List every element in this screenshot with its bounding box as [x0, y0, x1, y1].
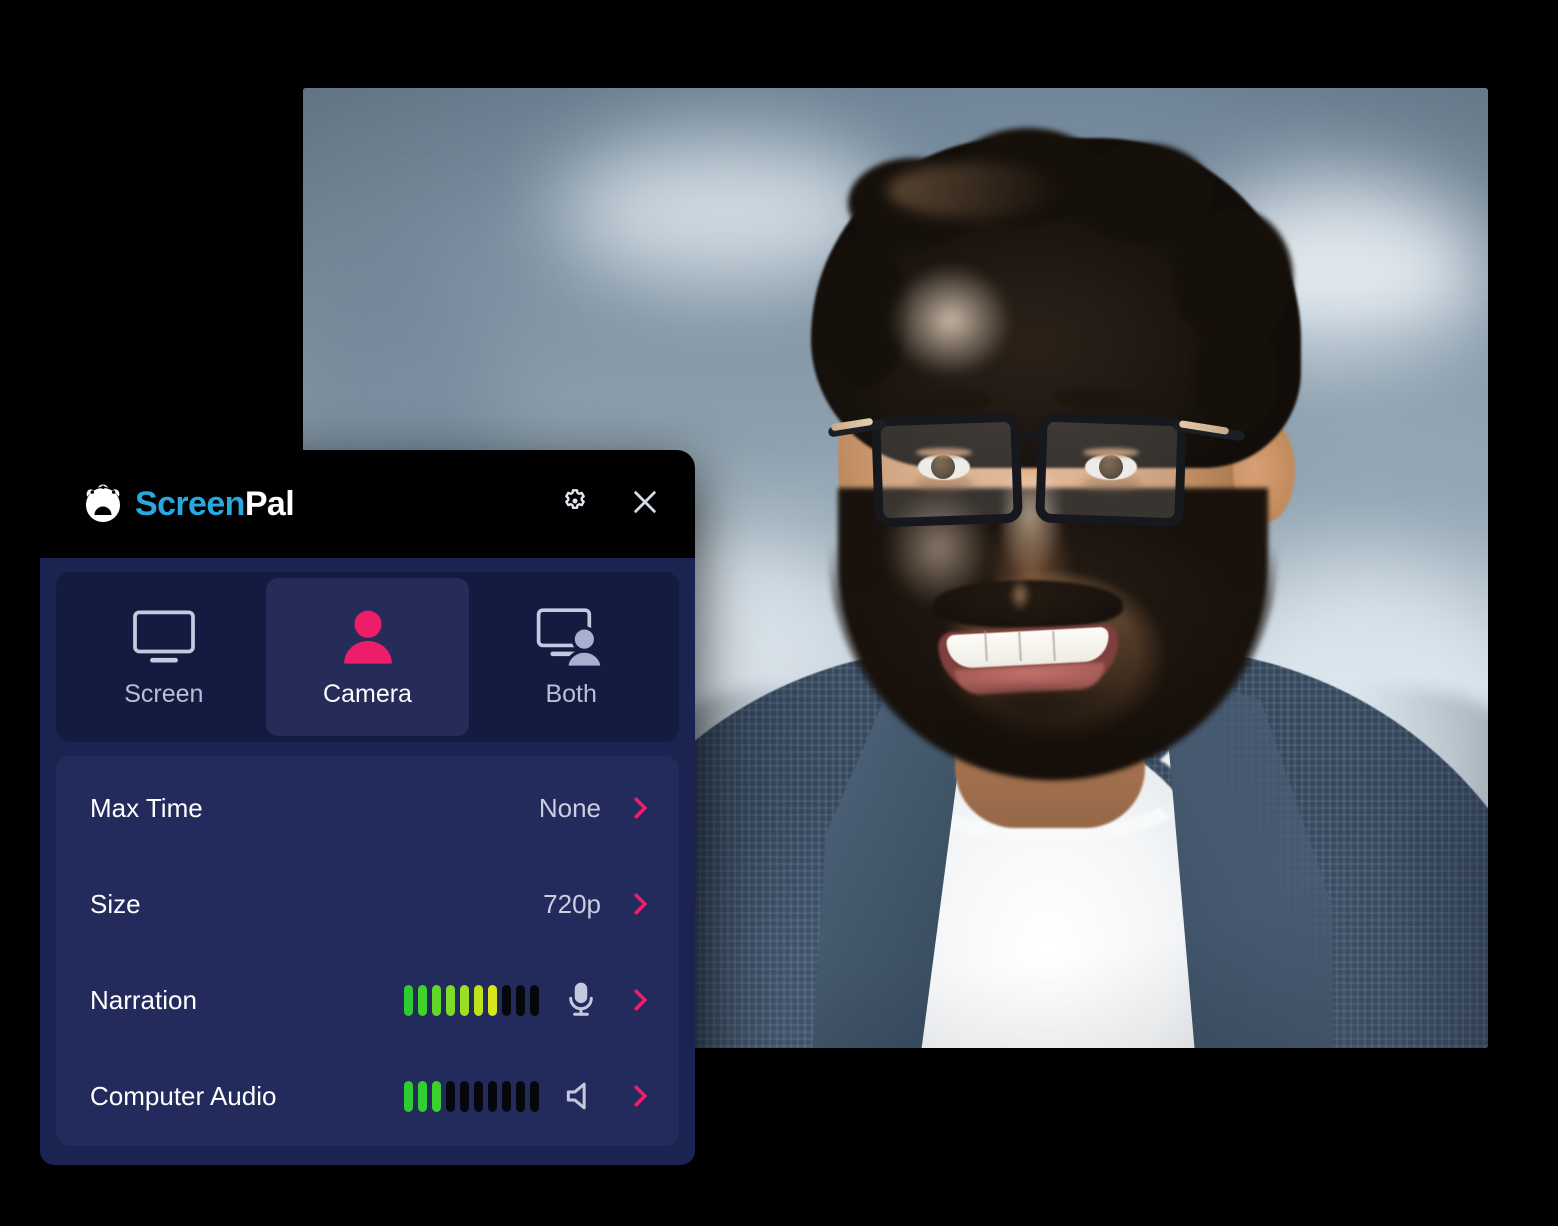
setting-label-max-time: Max Time [90, 792, 203, 823]
computer-audio-level-meter [404, 1080, 539, 1112]
meter-bar-lit [418, 984, 427, 1016]
titlebar-actions [553, 480, 667, 524]
chin-shadow [933, 688, 1133, 748]
forehead-highlight [888, 263, 1013, 378]
meter-bar-empty [488, 1080, 497, 1112]
meter-bar-lit [460, 984, 469, 1016]
screenpal-recorder-panel: ScreenPal Screen Camera Both Max Time No… [40, 450, 695, 1165]
brand-pal: Pal [244, 485, 295, 523]
tab-camera[interactable]: Camera [265, 578, 470, 736]
eyeglasses-lens-left [871, 412, 1023, 528]
tab-both-label: Both [545, 679, 597, 708]
tab-screen-label: Screen [124, 679, 204, 708]
hair-curl [1193, 318, 1278, 438]
meter-bar-lit [432, 984, 441, 1016]
chevron-right-icon[interactable] [627, 891, 653, 917]
meter-bar-empty [530, 1080, 539, 1112]
microphone-icon[interactable] [561, 980, 601, 1020]
hair-highlight [888, 163, 1058, 218]
meter-bar-empty [516, 984, 525, 1016]
monitor-icon [129, 606, 199, 668]
person-subject [538, 88, 1488, 1048]
meter-bar-empty [474, 1080, 483, 1112]
setting-row-narration[interactable]: Narration [56, 952, 679, 1048]
chevron-right-icon[interactable] [627, 795, 653, 821]
setting-label-size: Size [90, 888, 141, 919]
setting-row-computer-audio[interactable]: Computer Audio [56, 1048, 679, 1144]
blazer-shadow [1313, 688, 1488, 1048]
monitor-person-icon [533, 606, 609, 668]
meter-bar-empty [460, 1080, 469, 1112]
screenpal-wordmark: ScreenPal [135, 485, 295, 523]
philtrum [1009, 578, 1031, 612]
tab-both[interactable]: Both [469, 578, 673, 736]
eyeglasses-bridge [1019, 431, 1041, 440]
eyeglasses-lens-right [1035, 412, 1187, 528]
meter-bar-lit [432, 1080, 441, 1112]
meter-bar-lit [474, 984, 483, 1016]
screenpal-logo-icon [82, 483, 124, 525]
setting-value-max-time: None [538, 792, 601, 823]
chevron-right-icon[interactable] [627, 987, 653, 1013]
close-icon[interactable] [623, 480, 667, 524]
meter-bar-empty [502, 984, 511, 1016]
meter-bar-empty [516, 1080, 525, 1112]
screenpal-logo: ScreenPal [82, 483, 295, 525]
brand-screen: Screen [135, 485, 245, 523]
meter-bar-lit [446, 984, 455, 1016]
meter-bar-empty [530, 984, 539, 1016]
meter-bar-empty [502, 1080, 511, 1112]
recorder-body: Screen Camera Both Max Time None Size 72… [40, 558, 695, 1165]
meter-bar-lit [488, 984, 497, 1016]
narration-level-meter [404, 984, 539, 1016]
setting-label-computer-audio: Computer Audio [90, 1080, 277, 1111]
setting-label-narration: Narration [90, 984, 197, 1015]
meter-bar-lit [404, 984, 413, 1016]
gear-icon[interactable] [553, 480, 597, 524]
recorder-settings-list: Max Time None Size 720p Narration Comput… [56, 756, 679, 1146]
speaker-icon[interactable] [561, 1076, 601, 1116]
setting-row-max-time[interactable]: Max Time None [56, 760, 679, 856]
meter-bar-lit [418, 1080, 427, 1112]
meter-bar-lit [404, 1080, 413, 1112]
tab-screen[interactable]: Screen [62, 578, 266, 736]
chevron-right-icon[interactable] [627, 1083, 653, 1109]
person-icon [337, 606, 399, 668]
setting-row-size[interactable]: Size 720p [56, 856, 679, 952]
recorder-titlebar: ScreenPal [40, 450, 695, 558]
setting-value-size: 720p [543, 888, 601, 919]
tab-camera-label: Camera [323, 679, 412, 708]
meter-bar-empty [446, 1080, 455, 1112]
capture-mode-tabs: Screen Camera Both [56, 572, 679, 742]
